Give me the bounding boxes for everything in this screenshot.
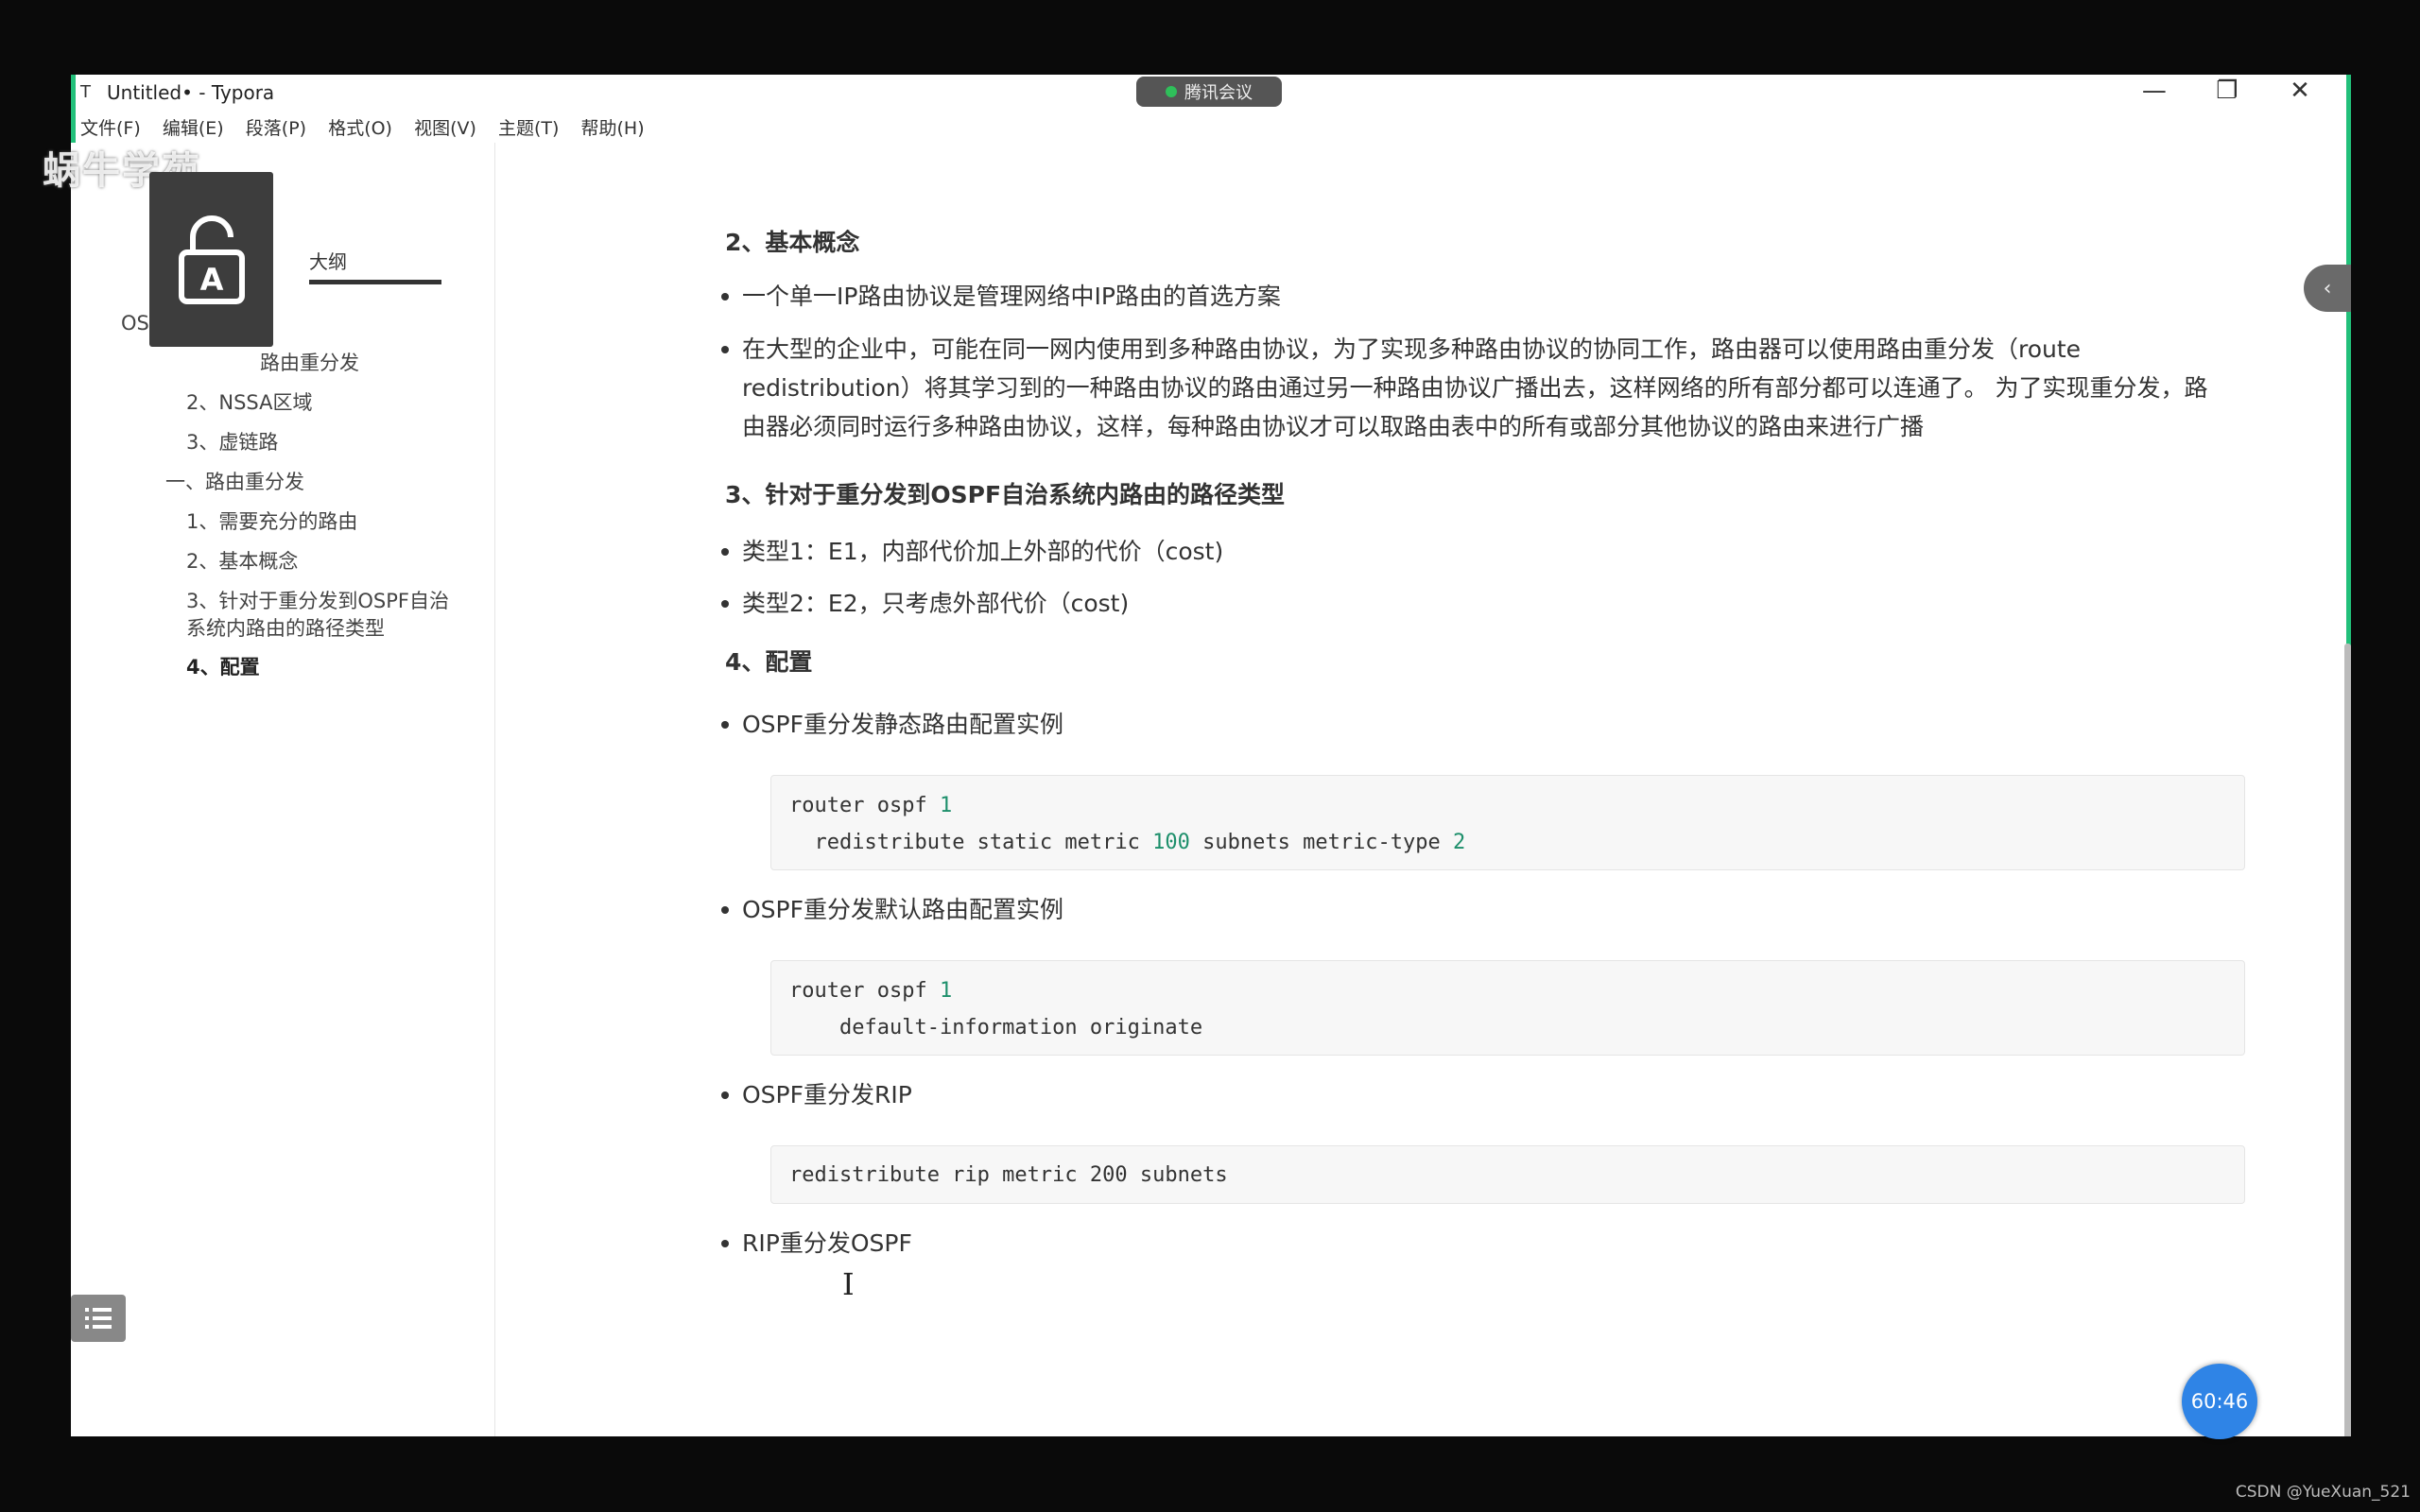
tab-outline-underline [309,280,441,284]
close-icon[interactable]: ✕ [2266,77,2334,105]
lock-overlay[interactable]: A [149,172,273,347]
outline-item-virtual-link[interactable]: 3、虚链路 [186,429,278,456]
bullet-type1: 类型1：E1，内部代价加上外部的代价（cost) [721,532,2217,571]
svg-text:A: A [199,262,223,298]
meeting-badge-label: 腾讯会议 [1184,83,1253,103]
list-icon [85,1308,112,1329]
heading-path-types: 3、针对于重分发到OSPF自治系统内路由的路径类型 [725,481,1286,508]
tab-outline[interactable]: 大纲 [309,247,347,274]
bullet-enterprise-redistribution: 在大型的企业中，可能在同一网内使用到多种路由协议，为了实现多种路由协议的协同工作… [721,330,2217,446]
menu-bar: 文件(F) 编辑(E) 段落(P) 格式(O) 视图(V) 主题(T) 帮助(H… [71,114,652,143]
menu-format[interactable]: 格式(O) [328,114,392,140]
editor-area[interactable]: 2、基本概念 一个单一IP路由协议是管理网络中IP路由的首选方案 在大型的企业中… [494,143,2351,1436]
heading-config: 4、配置 [725,648,813,676]
code-line: redistribute rip metric 200 subnets [789,1163,1228,1187]
outline-item-route-redistribution[interactable]: 一、路由重分发 [165,469,304,496]
bullet-ospf-default: OSPF重分发默认路由配置实例 [721,890,2217,929]
menu-view[interactable]: 视图(V) [414,114,476,140]
text-cursor-icon: I [842,1266,855,1302]
menu-help[interactable]: 帮助(H) [581,114,645,140]
meeting-badge[interactable]: 腾讯会议 [1136,77,1282,107]
menu-paragraph[interactable]: 段落(P) [246,114,306,140]
scrollbar[interactable] [2344,644,2351,1436]
outline-sidebar: 大纲 OSPF扩展 路由重分发 2、NSSA区域 3、虚链路 一、路由重分发 1… [71,143,495,1436]
outline-item-path-types[interactable]: 3、针对于重分发到OSPF自治系统内路由的路径类型 [186,588,460,643]
typora-window: T Untitled• - Typora — ❐ ✕ 文件(F) 编辑(E) 段… [71,75,2351,1436]
code-block-rip[interactable]: redistribute rip metric 200 subnets [770,1145,2245,1204]
heading-basic-concepts: 2、基本概念 [725,229,860,256]
typora-app-icon: T [80,82,91,102]
timer-badge[interactable]: 60:46 [2182,1364,2257,1439]
outline-item-routes-needed[interactable]: 1、需要充分的路由 [186,508,357,536]
bullet-ospf-static: OSPF重分发静态路由配置实例 [721,705,2217,744]
bullet-type2: 类型2：E2，只考虑外部代价（cost) [721,584,2217,623]
menu-theme[interactable]: 主题(T) [498,114,559,140]
window-title: Untitled• - Typora [107,81,275,104]
outline-item-basic-concepts[interactable]: 2、基本概念 [186,548,298,576]
outline-toggle-button[interactable] [71,1295,126,1342]
menu-edit[interactable]: 编辑(E) [163,114,224,140]
menu-file[interactable]: 文件(F) [80,114,141,140]
code-line: router ospf 1 [789,794,953,817]
code-block-default[interactable]: router ospf 1 default-information origin… [770,960,2245,1056]
bullet-single-protocol: 一个单一IP路由协议是管理网络中IP路由的首选方案 [721,277,2217,316]
outline-item-config[interactable]: 4、配置 [186,654,260,681]
outline-item-redistribution-partial[interactable]: 路由重分发 [260,350,359,377]
bullet-rip-ospf: RIP重分发OSPF [721,1224,2217,1263]
signal-icon [1166,86,1177,97]
csdn-credit: CSDN @YueXuan_521 [2235,1483,2411,1502]
code-line: default-information originate [838,1016,1203,1040]
window-controls: — ❐ ✕ [2120,77,2334,105]
code-line: redistribute static metric 100 subnets m… [814,831,1466,854]
bullet-ospf-rip: OSPF重分发RIP [721,1075,2217,1114]
code-block-static[interactable]: router ospf 1 redistribute static metric… [770,775,2245,870]
collapse-panel-button[interactable]: ‹ [2304,265,2351,312]
outline-item-nssa[interactable]: 2、NSSA区域 [186,389,313,417]
maximize-icon[interactable]: ❐ [2193,77,2261,105]
chevron-left-icon: ‹ [2323,276,2332,301]
minimize-icon[interactable]: — [2120,77,2188,105]
code-line: router ospf 1 [789,979,953,1003]
unlock-icon: A [178,215,245,304]
